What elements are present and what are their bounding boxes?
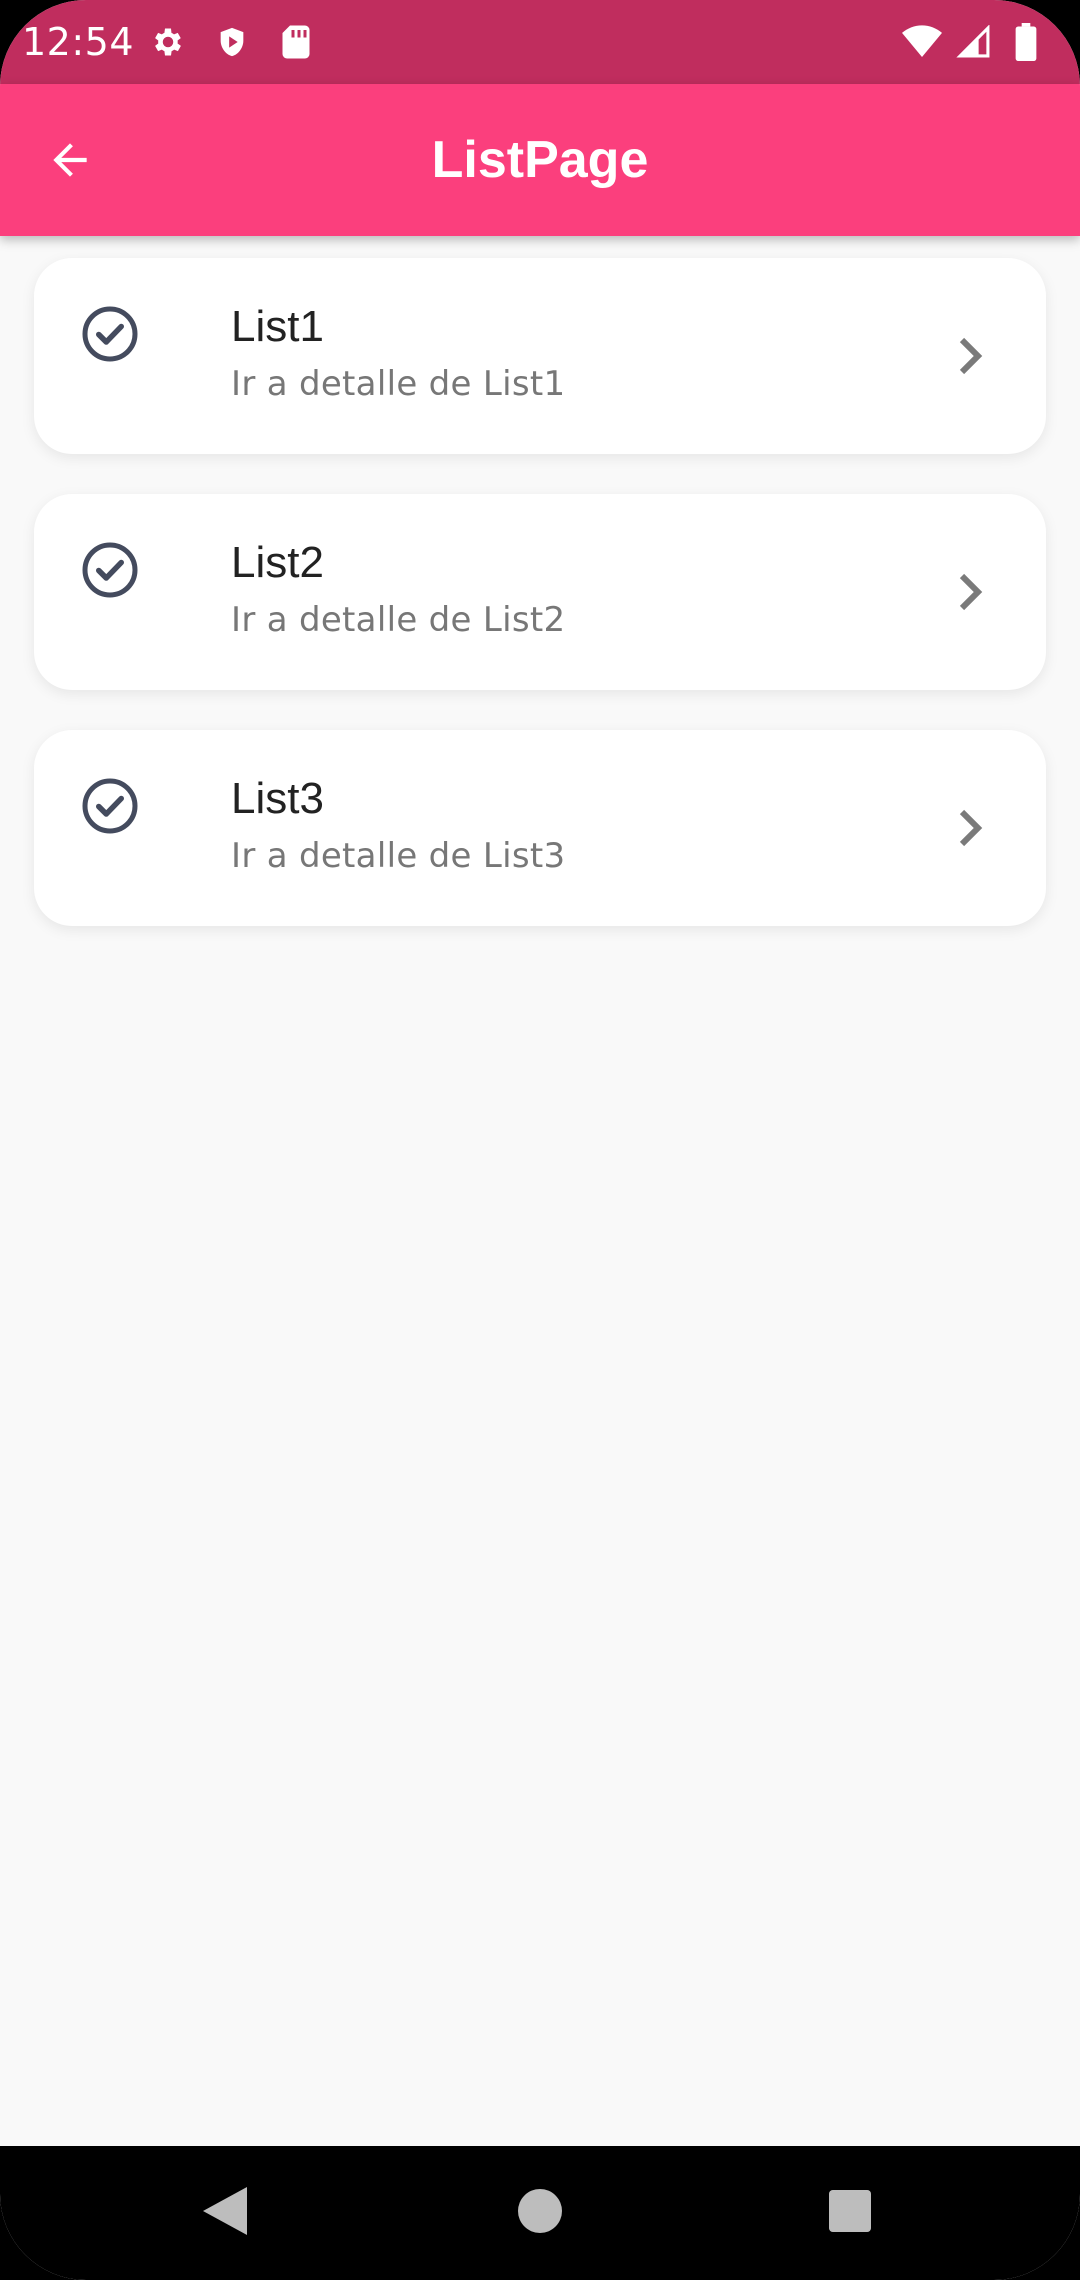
status-bar: 12:54 bbox=[0, 0, 1080, 84]
battery-icon bbox=[1006, 22, 1046, 62]
check-circle-icon bbox=[82, 778, 138, 834]
wifi-icon bbox=[902, 22, 942, 62]
list-item-title: List2 bbox=[231, 538, 324, 587]
status-left-icons bbox=[148, 22, 316, 62]
list-item[interactable]: List1 Ir a detalle de List1 bbox=[34, 258, 1046, 454]
home-circle-icon bbox=[518, 2189, 562, 2233]
gear-icon bbox=[148, 22, 188, 62]
back-triangle-icon bbox=[203, 2187, 247, 2235]
app-bar: ListPage bbox=[0, 84, 1080, 236]
status-time: 12:54 bbox=[22, 20, 135, 64]
list-item-subtitle: Ir a detalle de List1 bbox=[231, 364, 566, 404]
screen: 12:54 ListPage List1 Ir a detalle de Lis… bbox=[0, 0, 1080, 2280]
list-item-title: List3 bbox=[231, 774, 324, 823]
signal-icon bbox=[954, 22, 994, 62]
list-item[interactable]: List2 Ir a detalle de List2 bbox=[34, 494, 1046, 690]
navigation-bar bbox=[0, 2146, 1080, 2280]
status-right-icons bbox=[902, 22, 1046, 62]
chevron-right-icon bbox=[959, 573, 983, 611]
check-circle-icon bbox=[82, 542, 138, 598]
chevron-right-icon bbox=[959, 337, 983, 375]
check-circle-icon bbox=[82, 306, 138, 362]
list-item-subtitle: Ir a detalle de List3 bbox=[231, 836, 566, 876]
nav-back-button[interactable] bbox=[190, 2176, 260, 2246]
chevron-right-icon bbox=[959, 809, 983, 847]
list: List1 Ir a detalle de List1 List2 Ir a d… bbox=[34, 258, 1046, 966]
nav-home-button[interactable] bbox=[505, 2176, 575, 2246]
recents-square-icon bbox=[829, 2190, 871, 2232]
sd-card-icon bbox=[276, 22, 316, 62]
nav-recents-button[interactable] bbox=[815, 2176, 885, 2246]
list-item[interactable]: List3 Ir a detalle de List3 bbox=[34, 730, 1046, 926]
shield-play-icon bbox=[212, 22, 252, 62]
list-item-subtitle: Ir a detalle de List2 bbox=[231, 600, 566, 640]
page-title: ListPage bbox=[431, 131, 649, 189]
list-item-title: List1 bbox=[231, 302, 324, 351]
